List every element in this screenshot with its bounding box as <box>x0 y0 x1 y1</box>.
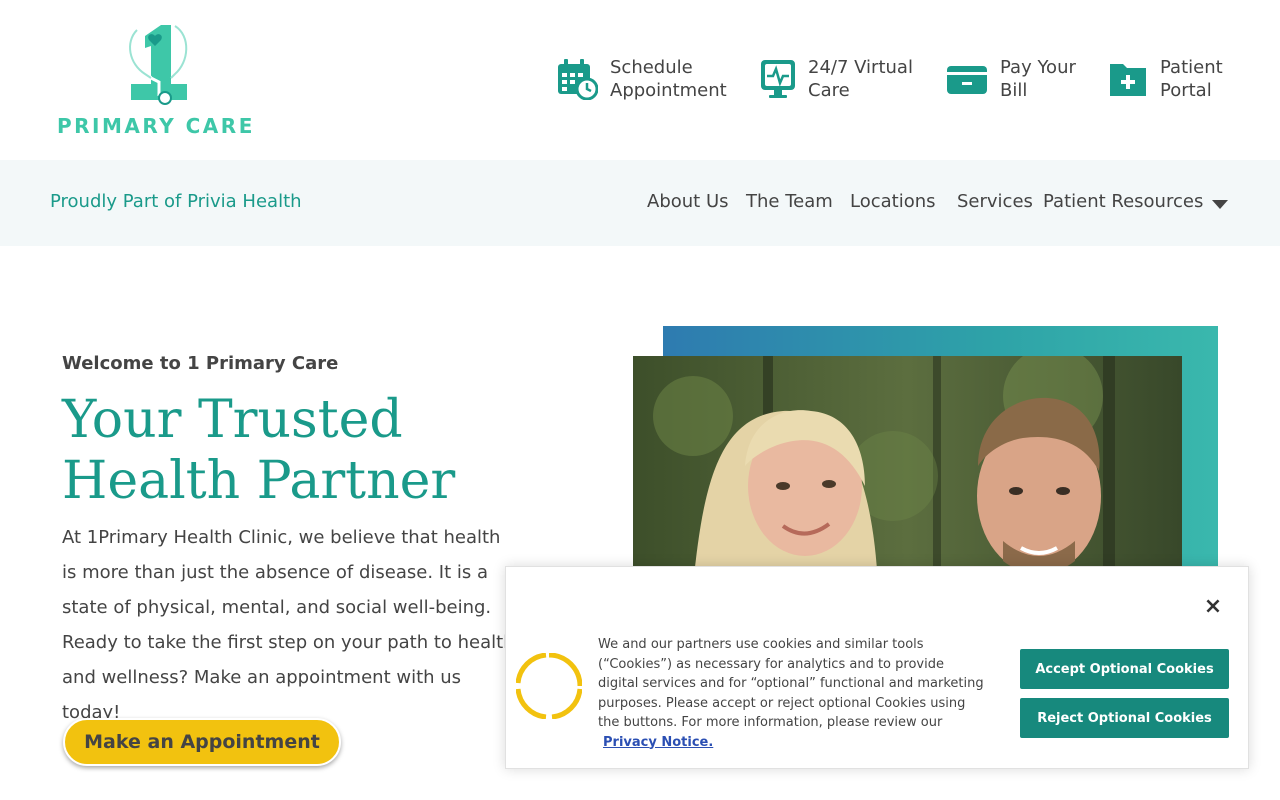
privia-health-link[interactable]: Proudly Part of Privia Health <box>50 191 302 212</box>
monitor-heartbeat-icon <box>760 58 796 100</box>
pay-bill-link[interactable]: Pay Your Bill <box>946 56 1076 102</box>
hero-title: Your Trusted Health Partner <box>62 390 456 511</box>
pay-bill-label-line2: Bill <box>1000 80 1028 101</box>
make-appointment-button[interactable]: Make an Appointment <box>63 718 341 766</box>
patient-portal-label-line2: Portal <box>1160 80 1212 101</box>
nav-the-team[interactable]: The Team <box>746 191 833 212</box>
medical-folder-icon <box>1108 58 1148 100</box>
close-icon[interactable]: × <box>1203 596 1223 618</box>
privacy-notice-link[interactable]: Privacy Notice. <box>603 733 988 753</box>
nav-about-us[interactable]: About Us <box>647 191 729 212</box>
hero-body: At 1Primary Health Clinic, we believe th… <box>62 527 515 723</box>
schedule-label-line1: Schedule <box>610 57 693 78</box>
nav-locations[interactable]: Locations <box>850 191 936 212</box>
cookie-message-text: We and our partners use cookies and simi… <box>598 637 984 730</box>
schedule-appointment-link[interactable]: Schedule Appointment <box>556 56 727 102</box>
schedule-label-line2: Appointment <box>610 80 727 101</box>
virtual-care-label-line1: 24/7 Virtual <box>808 57 913 78</box>
cookie-consent-banner: × We and our partners use cookies and si… <box>505 566 1249 769</box>
logo-text: PRIMARY CARE <box>57 114 255 138</box>
calendar-clock-icon <box>556 58 598 100</box>
main-navigation: Proudly Part of Privia Health About Us T… <box>0 160 1280 246</box>
cookie-message: We and our partners use cookies and simi… <box>598 635 988 752</box>
patient-portal-label-line1: Patient <box>1160 57 1223 78</box>
site-logo[interactable]: PRIMARY CARE <box>57 22 267 140</box>
hero-eyebrow: Welcome to 1 Primary Care <box>62 353 339 374</box>
accept-cookies-button[interactable]: Accept Optional Cookies <box>1020 649 1229 689</box>
nav-patient-resources[interactable]: Patient Resources <box>1043 191 1203 212</box>
logo-stethoscope-icon <box>128 25 188 105</box>
patient-portal-link[interactable]: Patient Portal <box>1108 56 1223 102</box>
cookie-logo-icon <box>516 653 582 719</box>
chevron-down-icon[interactable] <box>1212 200 1228 209</box>
nav-services[interactable]: Services <box>957 191 1033 212</box>
hero-photo <box>633 356 1182 586</box>
reject-cookies-button[interactable]: Reject Optional Cookies <box>1020 698 1229 738</box>
credit-card-icon <box>946 58 988 100</box>
virtual-care-link[interactable]: 24/7 Virtual Care <box>760 56 913 102</box>
site-header: PRIMARY CARE Schedule Appointment 24/7 V… <box>0 0 1280 160</box>
pay-bill-label-line1: Pay Your <box>1000 57 1076 78</box>
virtual-care-label-line2: Care <box>808 80 850 101</box>
